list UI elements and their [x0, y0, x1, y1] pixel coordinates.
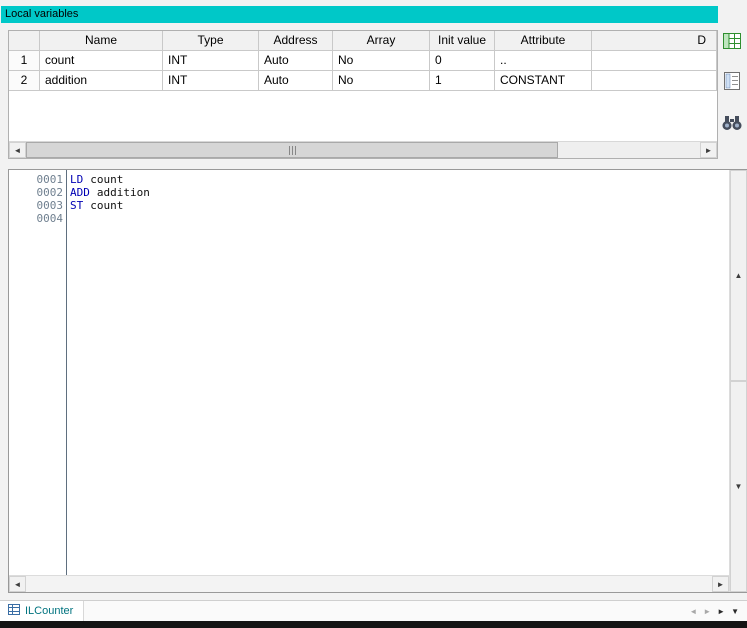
line-number: 0002: [9, 186, 63, 199]
code-line[interactable]: ADD addition: [70, 186, 729, 199]
scroll-track[interactable]: [26, 576, 712, 592]
scroll-thumb[interactable]: [26, 142, 558, 158]
code-line[interactable]: [70, 212, 729, 225]
il-operand: addition: [97, 186, 150, 199]
il-editor-main: 0001 0002 0003 0004 LD count ADD addition …: [9, 170, 729, 592]
table-view-button[interactable]: [719, 30, 745, 54]
line-number-gutter: 0001 0002 0003 0004: [9, 170, 67, 575]
cell-array[interactable]: No: [333, 71, 430, 91]
scroll-left-button[interactable]: ◄: [9, 142, 26, 158]
cell-attribute[interactable]: ..: [495, 51, 592, 71]
titlebar[interactable]: Local variables: [1, 6, 718, 23]
variables-panel: Name Type Address Array Init value Attri…: [8, 30, 718, 159]
cell-address[interactable]: Auto: [259, 51, 333, 71]
code-column[interactable]: LD count ADD addition ST count: [67, 170, 729, 575]
table-view-icon: [723, 33, 741, 52]
col-header-attribute[interactable]: Attribute: [495, 31, 592, 51]
line-number: 0001: [9, 173, 63, 186]
code-line[interactable]: LD count: [70, 173, 729, 186]
cell-description[interactable]: [592, 51, 717, 71]
form-view-icon: [724, 72, 740, 93]
cell-name[interactable]: addition: [40, 71, 163, 91]
bottom-strip: [0, 621, 747, 628]
form-view-button[interactable]: [719, 70, 745, 94]
local-variables-window: Local variables Name Type Address Array …: [0, 0, 747, 628]
il-code-area[interactable]: 0001 0002 0003 0004 LD count ADD addition …: [9, 170, 729, 575]
scroll-left-button[interactable]: ◄: [9, 576, 26, 592]
col-header-name[interactable]: Name: [40, 31, 163, 51]
cell-array[interactable]: No: [333, 51, 430, 71]
scroll-tabs-right-button[interactable]: ►: [703, 607, 711, 616]
il-keyword: ST: [70, 199, 83, 212]
program-grid-icon: [8, 604, 20, 618]
line-number: 0003: [9, 199, 63, 212]
cell-address[interactable]: Auto: [259, 71, 333, 91]
tab-navigation: ◄ ► ► ▼: [689, 607, 747, 616]
find-button[interactable]: [719, 112, 745, 136]
col-header-address[interactable]: Address: [259, 31, 333, 51]
cell-init-value[interactable]: 1: [430, 71, 495, 91]
tab-label: ILCounter: [25, 605, 73, 617]
cell-attribute[interactable]: CONSTANT: [495, 71, 592, 91]
il-operand: count: [90, 199, 123, 212]
cell-name[interactable]: count: [40, 51, 163, 71]
cell-type[interactable]: INT: [163, 71, 259, 91]
code-line[interactable]: ST count: [70, 199, 729, 212]
row-number[interactable]: 2: [9, 71, 40, 91]
scroll-track[interactable]: [26, 142, 700, 158]
scroll-down-button[interactable]: ▼: [730, 381, 747, 592]
col-header-description[interactable]: D: [592, 31, 717, 51]
col-header-type[interactable]: Type: [163, 31, 259, 51]
tab-ilcounter[interactable]: ILCounter: [0, 601, 84, 621]
scroll-right-button[interactable]: ►: [700, 142, 717, 158]
cell-description[interactable]: [592, 71, 717, 91]
il-operand: count: [90, 173, 123, 186]
col-header-corner[interactable]: [9, 31, 40, 51]
scroll-tabs-left-button[interactable]: ◄: [689, 607, 697, 616]
editor-vscrollbar: ▲ ▼: [729, 170, 746, 592]
scroll-up-button[interactable]: ▲: [730, 170, 747, 381]
il-keyword: LD: [70, 173, 83, 186]
editor-hscrollbar: ◄ ►: [9, 575, 729, 592]
document-tabbar: ILCounter ◄ ► ► ▼: [0, 600, 747, 621]
table-empty-area: [9, 91, 717, 141]
scroll-right-button[interactable]: ►: [712, 576, 729, 592]
next-tab-button[interactable]: ►: [717, 607, 725, 616]
cell-type[interactable]: INT: [163, 51, 259, 71]
thumb-grip-icon: [289, 146, 296, 155]
window-title: Local variables: [5, 8, 78, 20]
il-keyword: ADD: [70, 186, 90, 199]
il-editor-panel: 0001 0002 0003 0004 LD count ADD addition …: [8, 169, 747, 593]
line-number: 0004: [9, 212, 63, 225]
cell-init-value[interactable]: 0: [430, 51, 495, 71]
col-header-array[interactable]: Array: [333, 31, 430, 51]
binoculars-icon: [722, 114, 742, 134]
row-number[interactable]: 1: [9, 51, 40, 71]
tab-list-button[interactable]: ▼: [731, 607, 739, 616]
variables-table: Name Type Address Array Init value Attri…: [9, 31, 717, 91]
table-hscrollbar: ◄ ►: [9, 141, 717, 158]
col-header-init-value[interactable]: Init value: [430, 31, 495, 51]
